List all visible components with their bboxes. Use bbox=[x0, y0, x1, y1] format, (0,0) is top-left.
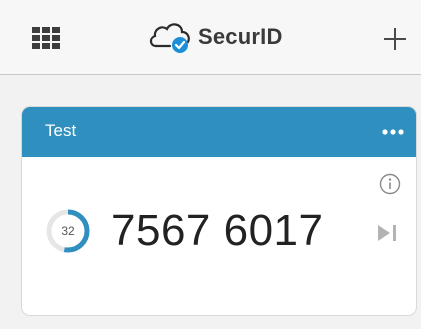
grid-menu-button[interactable] bbox=[32, 27, 60, 49]
app-screen: SecurID Test 32 7567 6017 bbox=[0, 0, 421, 329]
token-name: Test bbox=[45, 121, 77, 140]
token-menu-button[interactable] bbox=[380, 123, 406, 141]
next-code-button[interactable] bbox=[375, 223, 399, 243]
grid-icon bbox=[32, 27, 60, 49]
skip-next-icon bbox=[378, 225, 396, 241]
token-card: Test 32 7567 6017 bbox=[22, 107, 416, 315]
plus-icon bbox=[384, 28, 406, 50]
top-bar: SecurID bbox=[0, 0, 421, 75]
add-token-button[interactable] bbox=[382, 26, 408, 52]
token-info-button[interactable] bbox=[379, 173, 401, 195]
brand-name: SecurID bbox=[198, 24, 283, 49]
countdown-timer: 32 bbox=[44, 207, 92, 255]
info-icon bbox=[379, 173, 401, 195]
countdown-seconds: 32 bbox=[61, 224, 75, 238]
more-horizontal-icon bbox=[382, 129, 404, 135]
token-card-header: Test bbox=[22, 107, 416, 157]
brand-logo: SecurID bbox=[148, 20, 283, 54]
cloud-check-icon bbox=[149, 23, 190, 53]
token-code: 7567 6017 bbox=[111, 206, 324, 255]
